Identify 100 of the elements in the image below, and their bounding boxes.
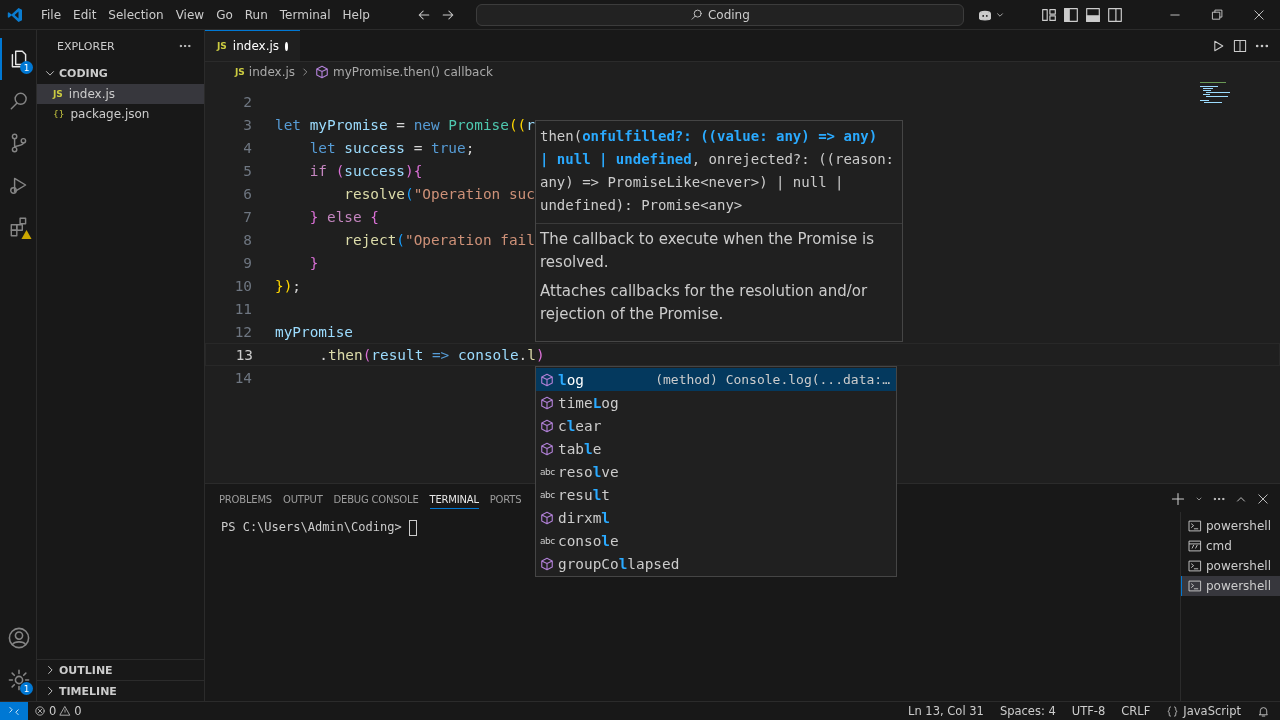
terminal-item[interactable]: powershell <box>1181 576 1280 596</box>
code-line: myPromise <box>275 323 353 340</box>
braces-icon <box>1166 704 1180 718</box>
bell-icon[interactable] <box>1257 704 1270 718</box>
documentation-text: Attaches callbacks for the resolution and/or rejection of the Promise. <box>539 281 869 325</box>
suggestion-item[interactable]: groupCollapsed <box>536 552 896 575</box>
terminal-prompt: PS C:\Users\Admin\Coding> <box>221 520 403 534</box>
line-number: 4 <box>242 139 253 156</box>
panel-tab[interactable]: DEBUG CONSOLE <box>333 489 419 509</box>
suggestion-item[interactable]: abc result <box>536 483 896 506</box>
line-number: 10 <box>233 277 253 294</box>
terminal-item[interactable]: cmd <box>1181 536 1280 556</box>
language-mode[interactable]: JavaScript <box>1183 704 1241 718</box>
status-item[interactable]: Ln 13, Col 31 <box>908 704 984 718</box>
suggestion-item[interactable]: dirxml <box>536 506 896 529</box>
suggestion-item[interactable]: table <box>536 437 896 460</box>
command-center-search[interactable]: Coding <box>475 3 964 26</box>
plus-icon[interactable] <box>1170 491 1186 507</box>
code-line: } else { <box>308 208 379 225</box>
code-line: resolve("Operation suc <box>343 185 535 202</box>
breadcrumb-item[interactable]: myPromise.then() callback <box>333 65 493 79</box>
line-number: 11 <box>233 300 253 317</box>
cmd-icon <box>1188 539 1202 553</box>
close-icon[interactable] <box>1252 7 1266 22</box>
search-icon[interactable] <box>8 90 30 112</box>
line-number: 13 <box>234 346 254 363</box>
documentation-text: The callback to execute when the Promise is resolved. <box>539 229 875 273</box>
line-number: 6 <box>242 185 253 202</box>
remote-button[interactable] <box>0 701 28 720</box>
line-number: 3 <box>242 116 253 133</box>
code-line: } <box>308 254 319 271</box>
warning-icon <box>59 705 72 717</box>
method-icon <box>540 418 554 433</box>
menu-item[interactable]: Terminal <box>273 7 337 22</box>
menu-item[interactable]: Go <box>210 7 239 22</box>
breadcrumb-item[interactable]: index.js <box>248 65 296 79</box>
app-logo <box>7 6 23 23</box>
line-number: 5 <box>242 162 253 179</box>
settings-icon[interactable] <box>7 668 31 692</box>
text-cursor <box>408 520 417 536</box>
suggestion-item[interactable]: log (method) Console.log(...data:… <box>536 368 896 391</box>
split-editor-icon[interactable] <box>1232 37 1248 54</box>
panel-tab[interactable]: PORTS <box>489 489 522 509</box>
minimap-drawing <box>1200 82 1232 104</box>
menu-item[interactable]: File <box>35 7 68 22</box>
folder-name[interactable]: CODING <box>59 66 108 80</box>
explorer-file[interactable]: JS index.js <box>37 84 204 104</box>
menu-item[interactable]: Run <box>238 7 274 22</box>
secondary-sidebar-icon[interactable] <box>1106 5 1124 24</box>
code-line: let myPromise = new Promise((r <box>275 116 535 133</box>
primary-sidebar-icon[interactable] <box>1062 5 1080 24</box>
count-badge: 1 <box>20 682 33 695</box>
terminal-icon <box>1188 579 1202 593</box>
method-icon <box>540 510 554 525</box>
restore-icon[interactable] <box>1210 7 1224 22</box>
code-line: reject("Operation fail <box>343 231 535 248</box>
section-header[interactable]: TIMELINE <box>59 684 117 698</box>
line-number: 12 <box>233 323 253 340</box>
terminal-icon <box>1188 559 1202 573</box>
method-icon <box>540 441 554 456</box>
remote-icon <box>8 705 20 717</box>
search-icon <box>689 7 704 22</box>
error-count[interactable]: 0 <box>49 704 57 718</box>
suggestion-item[interactable]: timeLog <box>536 391 896 414</box>
menu-item[interactable]: Help <box>336 7 376 22</box>
panel-icon[interactable] <box>1084 5 1102 24</box>
file-type-label: JS <box>235 67 245 77</box>
terminal-item[interactable]: powershell <box>1181 516 1280 536</box>
panel-tab[interactable]: OUTPUT <box>283 489 323 509</box>
line-number: 14 <box>233 369 253 386</box>
close-icon[interactable] <box>1256 492 1270 506</box>
menu-item[interactable]: Selection <box>102 7 170 22</box>
section-header[interactable]: OUTLINE <box>59 663 113 677</box>
cube-icon <box>315 65 330 79</box>
status-item[interactable]: CRLF <box>1121 704 1151 718</box>
method-icon <box>540 556 554 571</box>
line-number: 2 <box>242 93 253 110</box>
method-signature: then(onfulfilled?: ((value: any) => any) | null | undefined, onrejected?: ((reason: any) => PromiseLike<never>) | null | undefined): Promise<any> <box>536 121 902 224</box>
editor-tab[interactable]: JS index.js <box>205 30 300 61</box>
panel-tab[interactable]: PROBLEMS <box>219 489 272 509</box>
error-icon <box>34 705 46 717</box>
menu-item[interactable]: View <box>169 7 211 22</box>
status-item[interactable]: Spaces: 4 <box>999 704 1056 718</box>
terminal-item[interactable]: powershell <box>1181 556 1280 576</box>
menu-item[interactable]: Edit <box>67 7 103 22</box>
text-icon: abc <box>540 489 555 500</box>
code-line: .then(result => console.l) <box>318 346 545 363</box>
sidebar-title: EXPLORER <box>57 39 115 53</box>
account-icon[interactable] <box>7 626 31 650</box>
explorer-file[interactable]: {} package.json <box>37 104 204 124</box>
status-item[interactable]: UTF-8 <box>1071 704 1106 718</box>
method-icon <box>540 372 554 387</box>
method-icon <box>540 395 554 410</box>
suggestion-item[interactable]: abc resolve <box>536 460 896 483</box>
suggestion-item[interactable]: abc console <box>536 529 896 552</box>
suggestion-item[interactable]: clear <box>536 414 896 437</box>
warning-count[interactable]: 0 <box>74 704 82 718</box>
text-icon: abc <box>540 466 555 477</box>
code-line: if (success){ <box>308 162 423 179</box>
panel-tab[interactable]: TERMINAL <box>429 489 479 509</box>
